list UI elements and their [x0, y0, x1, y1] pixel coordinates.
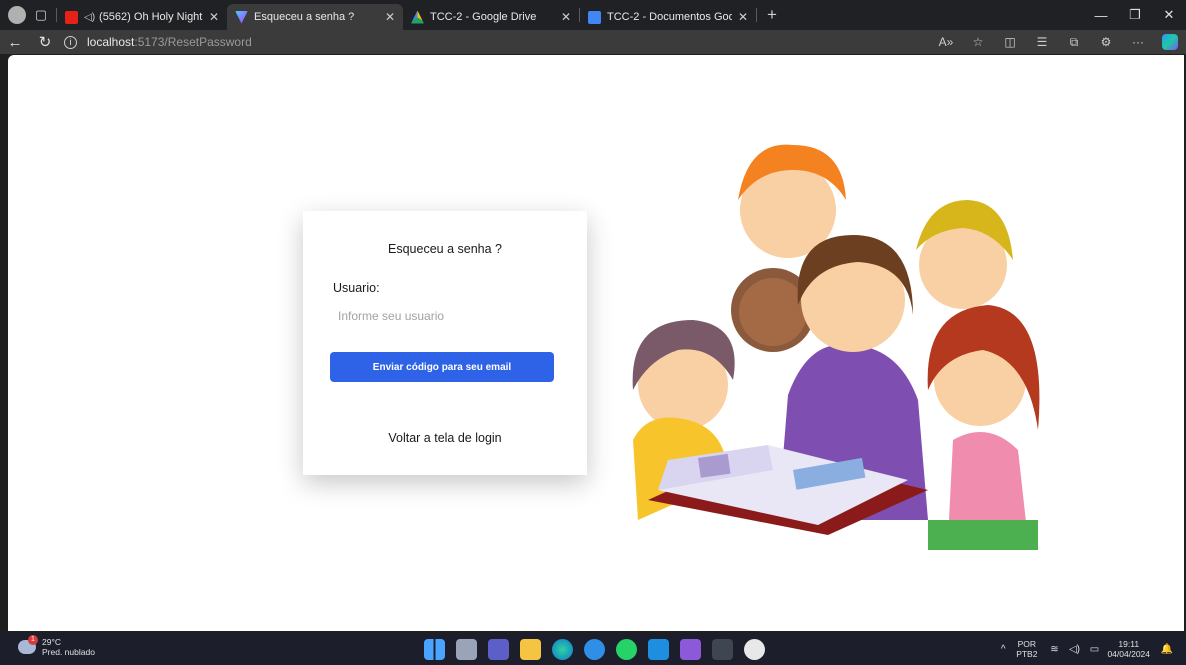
windows-taskbar: 1 29°C Pred. nublado ^ POR PTB2 ≋ ◁) ▭ 1…	[0, 633, 1186, 665]
minimize-icon[interactable]: —	[1084, 0, 1118, 30]
keyboard-layout: PTB2	[1016, 649, 1038, 659]
children-reading-illustration	[632, 144, 1040, 550]
battery-icon[interactable]: ▭	[1087, 644, 1101, 655]
send-code-button[interactable]: Enviar código para seu email	[330, 352, 554, 382]
weather-text: Pred. nublado	[42, 647, 95, 657]
cloud-icon: 1	[18, 635, 38, 654]
clock[interactable]: 19:11 04/04/2024	[1107, 639, 1150, 659]
split-screen-icon[interactable]: ◫	[994, 35, 1026, 49]
new-tab-icon[interactable]: +	[757, 0, 787, 30]
page-title: Esqueceu a senha ?	[388, 242, 502, 256]
notification-badge: 1	[28, 635, 38, 645]
address-bar-row: ← ↻ i localhost:5173/ResetPassword A» ☆ …	[0, 30, 1186, 54]
favorite-star-icon[interactable]: ☆	[962, 35, 994, 49]
workspaces-icon[interactable]: ▢	[26, 0, 56, 30]
language-indicator[interactable]: POR PTB2	[1016, 639, 1037, 659]
user-input[interactable]	[333, 304, 563, 328]
docker-icon[interactable]	[584, 639, 605, 660]
task-view-icon[interactable]	[456, 639, 477, 660]
user-label: Usuario:	[333, 281, 380, 295]
visual-studio-icon[interactable]	[680, 639, 701, 660]
more-menu-icon[interactable]: ···	[1122, 35, 1154, 49]
close-tab-icon[interactable]: ✕	[385, 10, 395, 24]
vscode-icon[interactable]	[648, 639, 669, 660]
favorites-list-icon[interactable]: ☰	[1026, 35, 1058, 49]
close-window-icon[interactable]: ✕	[1152, 0, 1186, 30]
whatsapp-icon[interactable]	[616, 639, 637, 660]
volume-icon[interactable]: ◁)	[1067, 644, 1081, 655]
collections-icon[interactable]: ⧉	[1058, 35, 1090, 50]
wifi-icon[interactable]: ≋	[1047, 644, 1061, 655]
back-icon[interactable]: ←	[0, 34, 30, 51]
tab-title: (5562) Oh Holy Night - Gen	[99, 11, 203, 23]
speaker-icon[interactable]: ◁)	[84, 12, 95, 23]
window-controls: — ❐ ✕	[1084, 0, 1186, 30]
url-path: :5173/ResetPassword	[134, 35, 252, 49]
system-tray: ^ POR PTB2 ≋ ◁) ▭ 19:11 04/04/2024 🔔	[996, 633, 1186, 665]
restore-icon[interactable]: ❐	[1118, 0, 1152, 30]
profile-avatar[interactable]	[8, 6, 26, 24]
site-info-icon[interactable]: i	[64, 35, 77, 49]
teams-icon[interactable]	[488, 639, 509, 660]
tab-title: TCC-2 - Documentos Google	[607, 11, 732, 23]
url-host: localhost	[87, 35, 135, 49]
youtube-icon	[65, 10, 78, 24]
language-code: POR	[1017, 639, 1037, 649]
tab-google-drive[interactable]: TCC-2 - Google Drive ✕	[403, 4, 579, 30]
taskbar-apps	[424, 639, 776, 660]
tab-reset-password[interactable]: Esqueceu a senha ? ✕	[227, 4, 403, 30]
start-icon[interactable]	[424, 639, 445, 660]
close-tab-icon[interactable]: ✕	[209, 10, 219, 24]
copilot-icon[interactable]	[1162, 34, 1178, 50]
google-docs-icon	[588, 10, 601, 24]
close-tab-icon[interactable]: ✕	[561, 10, 571, 24]
temperature: 29°C	[42, 637, 61, 647]
vite-icon	[235, 10, 248, 24]
browser-tab-strip: ▢ ◁) (5562) Oh Holy Night - Gen ✕ Esquec…	[0, 0, 1186, 30]
edge-icon[interactable]	[552, 639, 573, 660]
toolbar-actions: A» ☆ ◫ ☰ ⧉ ⚙ ···	[930, 34, 1186, 50]
chevron-up-icon[interactable]: ^	[996, 644, 1010, 655]
google-drive-icon	[411, 10, 424, 24]
refresh-icon[interactable]: ↻	[30, 33, 60, 51]
tab-title: Esqueceu a senha ?	[254, 11, 355, 23]
url-field[interactable]: i localhost:5173/ResetPassword	[60, 35, 930, 49]
file-explorer-icon[interactable]	[520, 639, 541, 660]
close-tab-icon[interactable]: ✕	[738, 10, 748, 24]
notification-bell-icon[interactable]: 🔔	[1160, 644, 1174, 655]
weather-widget[interactable]: 1 29°C Pred. nublado	[18, 635, 95, 657]
date: 04/04/2024	[1107, 649, 1150, 659]
reset-password-card: Esqueceu a senha ? Usuario: Enviar códig…	[303, 211, 587, 475]
terminal-icon[interactable]	[712, 639, 733, 660]
github-desktop-icon[interactable]	[744, 639, 765, 660]
extensions-icon[interactable]: ⚙	[1090, 35, 1122, 49]
tab-title: TCC-2 - Google Drive	[430, 11, 537, 23]
time: 19:11	[1118, 639, 1140, 649]
read-aloud-icon[interactable]: A»	[930, 35, 962, 49]
back-to-login-link[interactable]: Voltar a tela de login	[303, 431, 587, 445]
tab-youtube[interactable]: ◁) (5562) Oh Holy Night - Gen ✕	[57, 4, 227, 30]
tab-google-docs[interactable]: TCC-2 - Documentos Google ✕	[580, 4, 756, 30]
page-viewport: Esqueceu a senha ? Usuario: Enviar códig…	[8, 55, 1184, 631]
